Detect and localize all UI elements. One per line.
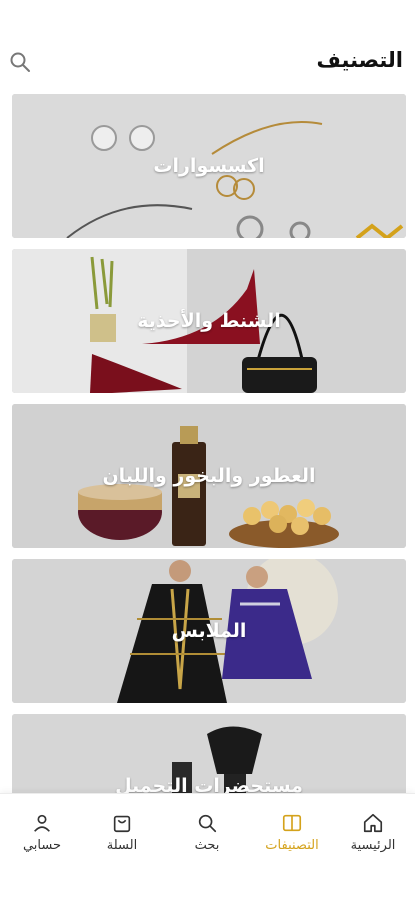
page-title: التصنيف bbox=[316, 48, 403, 72]
nav-home[interactable]: الرئيسية bbox=[333, 812, 413, 853]
category-label: اكسسوارات bbox=[153, 155, 265, 177]
category-label: الملابس bbox=[171, 620, 247, 642]
search-icon[interactable] bbox=[8, 50, 32, 74]
nav-label-search: بحث bbox=[194, 838, 220, 853]
search-icon bbox=[198, 814, 217, 833]
nav-label-account: حسابي bbox=[22, 838, 62, 853]
category-card-accessories[interactable]: اكسسوارات bbox=[12, 94, 406, 238]
category-list: اكسسوارات الشنط والأحذية العطور والبخور … bbox=[12, 94, 406, 869]
category-label: الشنط والأحذية bbox=[137, 310, 281, 332]
user-icon bbox=[34, 814, 50, 832]
home-icon bbox=[363, 813, 383, 833]
nav-cart[interactable]: السلة bbox=[82, 812, 162, 853]
category-card-perfumes[interactable]: العطور والبخور واللبان bbox=[12, 404, 406, 548]
category-card-clothing[interactable]: الملابس bbox=[12, 559, 406, 703]
nav-label-home: الرئيسية bbox=[350, 838, 396, 853]
category-card-bags-shoes[interactable]: الشنط والأحذية bbox=[12, 249, 406, 393]
nav-categories[interactable]: التصنيفات bbox=[252, 812, 332, 853]
nav-search[interactable]: بحث bbox=[167, 812, 247, 853]
categories-icon bbox=[282, 814, 302, 832]
nav-label-cart: السلة bbox=[106, 838, 138, 853]
bottom-navigation: الرئيسية التصنيفات بحث السلة حسابي bbox=[0, 793, 415, 900]
app-header: التصنيف bbox=[0, 0, 415, 92]
cart-icon bbox=[113, 815, 131, 833]
nav-label-categories: التصنيفات bbox=[265, 838, 319, 853]
category-label: العطور والبخور واللبان bbox=[102, 465, 316, 487]
nav-account[interactable]: حسابي bbox=[2, 812, 82, 853]
